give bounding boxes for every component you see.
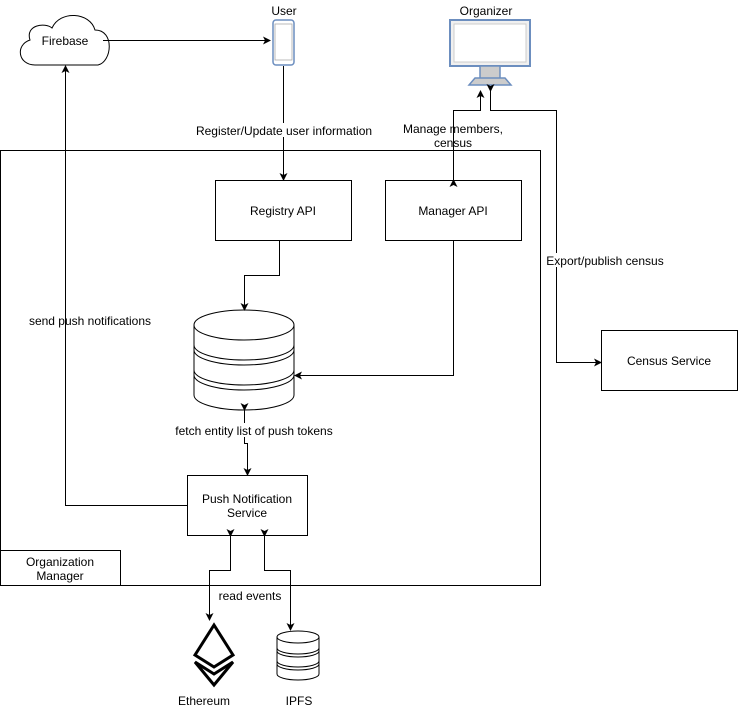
- census-service-label: Census Service: [627, 354, 711, 368]
- fetch-edge-label: fetch entity list of push tokens: [175, 424, 332, 438]
- user-label: User: [271, 4, 296, 18]
- ethereum-label: Ethereum: [178, 694, 230, 708]
- push-service-label-2: Service: [227, 506, 267, 520]
- firebase-label: Firebase: [42, 34, 89, 48]
- smartphone-icon: [272, 19, 295, 66]
- organization-manager-label-2: Manager: [36, 569, 83, 583]
- architecture-diagram: Organization Manager Firebase User Organ…: [0, 4, 738, 708]
- push-service-label: Push Notification: [202, 492, 292, 506]
- send-push-edge-label: send push notifications: [29, 314, 151, 328]
- register-edge-label: Register/Update user information: [196, 124, 372, 138]
- ethereum-icon: [192, 622, 236, 688]
- read-events-edge-label: read events: [219, 589, 282, 603]
- manager-api-label: Manager API: [418, 204, 487, 218]
- database-icon: [193, 309, 295, 411]
- manage-edge-label: Manage members,: [403, 122, 503, 136]
- ipfs-database-icon: [276, 630, 320, 681]
- registry-api-label: Registry API: [250, 204, 316, 218]
- manage-edge-label-2: census: [434, 136, 472, 150]
- ipfs-label: IPFS: [286, 694, 313, 708]
- organization-manager-label: Organization: [26, 555, 94, 569]
- organizer-label: Organizer: [460, 4, 513, 18]
- monitor-icon: [449, 19, 531, 86]
- export-edge-label: Export/publish census: [546, 254, 663, 268]
